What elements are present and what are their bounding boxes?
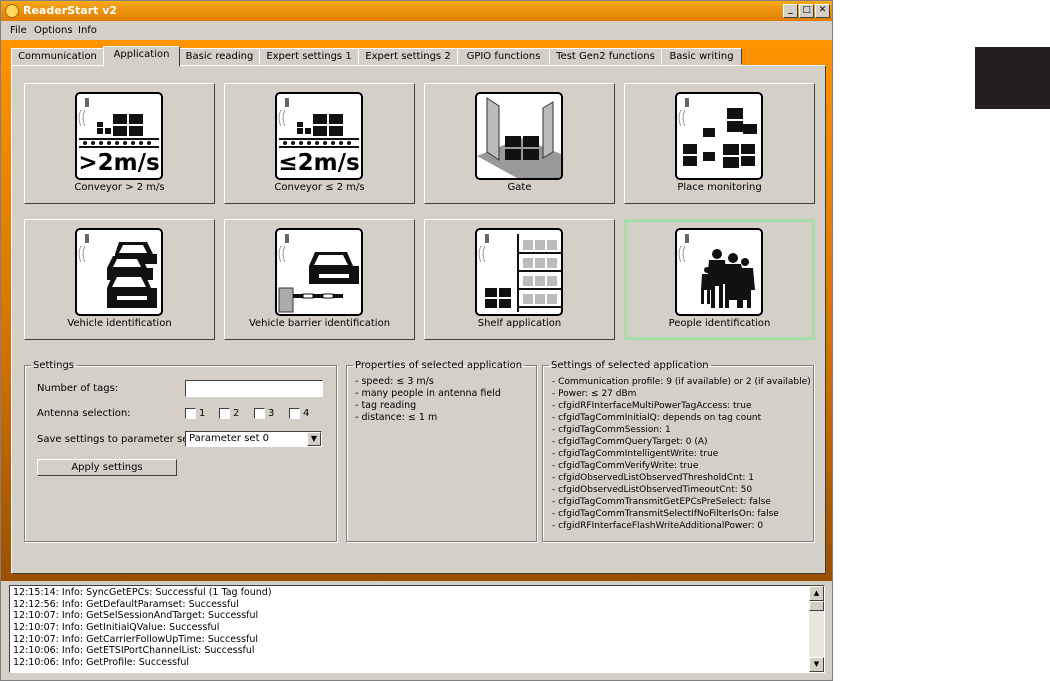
main-window: ReaderStart v2 _ □ ✕ File Options Info C… [0, 0, 833, 681]
app-label: Vehicle barrier identification [248, 318, 391, 329]
setting-line: - Communication profile: 9 (if available… [552, 377, 811, 387]
property-line: - distance: ≤ 1 m [355, 412, 438, 423]
properties-list: - speed: ≤ 3 m/s - many people in antenn… [355, 376, 501, 424]
menu-info[interactable]: Info [78, 25, 97, 36]
tab-gpio-functions[interactable]: GPIO functions [457, 48, 550, 65]
setting-line: - cfgidTagCommIntelligentWrite: true [552, 449, 719, 459]
log-line: 12:10:07: Info: GetSelSessionAndTarget: … [13, 610, 259, 621]
log-line: 12:12:56: Info: GetDefaultParamset: Succ… [13, 599, 239, 610]
save-settings-label: Save settings to parameter set: [37, 434, 196, 445]
setting-line: - cfgidRFInterfaceFlashWriteAdditionalPo… [552, 521, 764, 531]
setting-line: - cfgidTagCommInitialQ: depends on tag c… [552, 413, 762, 423]
tab-test-gen2-functions[interactable]: Test Gen2 functions [549, 48, 662, 65]
property-line: - tag reading [355, 400, 417, 411]
scroll-down-icon[interactable]: ▼ [809, 657, 824, 672]
tab-expert-settings-2[interactable]: Expert settings 2 [358, 48, 458, 65]
log-line: 12:15:14: Info: SyncGetEPCs: Successful … [13, 587, 272, 598]
properties-legend: Properties of selected application [355, 360, 523, 371]
app-gate-button[interactable]: Gate [424, 83, 615, 204]
speed-badge: >2m/s [78, 150, 160, 176]
selected-settings-legend: Settings of selected application [551, 360, 709, 371]
log-line: 12:10:06: Info: GetETSIPortChannelList: … [13, 645, 255, 656]
setting-line: - cfgidTagCommVerifyWrite: true [552, 461, 699, 471]
app-vehicle-barrier-button[interactable]: Vehicle barrier identification [224, 219, 415, 340]
maximize-button[interactable]: □ [799, 4, 814, 18]
property-line: - speed: ≤ 3 m/s [355, 376, 434, 387]
app-label: Place monitoring [677, 182, 762, 193]
tab-application[interactable]: Application [103, 46, 180, 67]
app-place-monitoring-button[interactable]: Place monitoring [624, 83, 815, 204]
selected-settings-list: - Communication profile: 9 (if available… [552, 376, 811, 532]
parameter-set-value: Parameter set 0 [189, 433, 270, 444]
apply-settings-button[interactable]: Apply settings [37, 459, 177, 476]
app-vehicle-identification-button[interactable]: Vehicle identification [24, 219, 215, 340]
antenna-1-label: 1 [199, 408, 206, 419]
chevron-down-icon[interactable]: ▼ [307, 432, 321, 446]
antenna-3-checkbox[interactable] [254, 408, 265, 419]
close-button[interactable]: ✕ [815, 4, 830, 18]
vehicle-icon [75, 228, 163, 316]
setting-line: - cfgidTagCommSession: 1 [552, 425, 671, 435]
tab-basic-reading[interactable]: Basic reading [179, 48, 260, 65]
log-line: 12:10:07: Info: GetInitialQValue: Succes… [13, 622, 220, 633]
scroll-up-icon[interactable]: ▲ [809, 586, 824, 601]
minimize-button[interactable]: _ [783, 4, 798, 18]
app-label: Conveyor > 2 m/s [74, 182, 165, 193]
app-conveyor-slow-button[interactable]: ≤2m/s Conveyor ≤ 2 m/s [224, 83, 415, 204]
log-line: 12:10:06: Info: GetProfile: Successful [13, 657, 190, 668]
scroll-thumb[interactable] [809, 601, 824, 611]
antenna-2-checkbox[interactable] [219, 408, 230, 419]
app-label: People identification [668, 318, 771, 329]
setting-line: - Power: ≤ 27 dBm [552, 389, 637, 399]
property-line: - many people in antenna field [355, 388, 501, 399]
app-label: Conveyor ≤ 2 m/s [274, 182, 365, 193]
app-people-identification-button[interactable]: People identification [624, 219, 815, 340]
app-shelf-application-button[interactable]: Shelf application [424, 219, 615, 340]
antenna-4-checkbox[interactable] [289, 408, 300, 419]
title-bar[interactable]: ReaderStart v2 _ □ ✕ [1, 1, 832, 21]
number-of-tags-label: Number of tags: [37, 383, 119, 394]
tab-expert-settings-1[interactable]: Expert settings 1 [259, 48, 359, 65]
app-label: Gate [507, 182, 532, 193]
antenna-1-checkbox[interactable] [185, 408, 196, 419]
app-conveyor-fast-button[interactable]: >2m/s Conveyor > 2 m/s [24, 83, 215, 204]
parameter-set-select[interactable]: Parameter set 0 ▼ [185, 431, 322, 447]
tab-basic-writing[interactable]: Basic writing [661, 48, 742, 65]
conveyor-slow-icon: ≤2m/s [275, 92, 363, 180]
conveyor-fast-icon: >2m/s [75, 92, 163, 180]
setting-line: - cfgidObservedListObservedTimeoutCnt: 5… [552, 485, 753, 495]
gate-icon [475, 92, 563, 180]
app-label: Shelf application [477, 318, 562, 329]
antenna-3-label: 3 [268, 408, 275, 419]
log-output[interactable]: 12:15:14: Info: SyncGetEPCs: Successful … [9, 585, 825, 673]
app-icon [5, 4, 19, 18]
menu-file[interactable]: File [10, 25, 27, 36]
number-of-tags-input[interactable] [185, 380, 323, 397]
settings-legend: Settings [33, 360, 75, 371]
setting-line: - cfgidRFInterfaceMultiPowerTagAccess: t… [552, 401, 752, 411]
shelf-icon [475, 228, 563, 316]
place-monitoring-icon [675, 92, 763, 180]
setting-line: - cfgidTagCommQueryTarget: 0 (A) [552, 437, 708, 447]
app-label: Vehicle identification [67, 318, 172, 329]
speed-badge: ≤2m/s [278, 150, 360, 176]
menu-bar: File Options Info [1, 22, 832, 40]
black-box [975, 47, 1050, 109]
log-line: 12:10:07: Info: GetCarrierFollowUpTime: … [13, 634, 259, 645]
tab-communication[interactable]: Communication [11, 48, 104, 65]
antenna-4-label: 4 [303, 408, 310, 419]
log-scrollbar[interactable]: ▲ ▼ [809, 586, 824, 672]
people-icon [675, 228, 763, 316]
vehicle-barrier-icon [275, 228, 363, 316]
antenna-2-label: 2 [233, 408, 240, 419]
antenna-selection-label: Antenna selection: [37, 408, 131, 419]
menu-options[interactable]: Options [34, 25, 73, 36]
window-title: ReaderStart v2 [23, 4, 118, 17]
application-panel: >2m/s Conveyor > 2 m/s ≤2m/s Conveyor ≤ … [11, 65, 826, 574]
setting-line: - cfgidObservedListObservedThresholdCnt:… [552, 473, 754, 483]
setting-line: - cfgidTagCommTransmitGetEPCsPreSelect: … [552, 497, 771, 507]
setting-line: - cfgidTagCommTransmitSelectIfNoFilterIs… [552, 509, 779, 519]
